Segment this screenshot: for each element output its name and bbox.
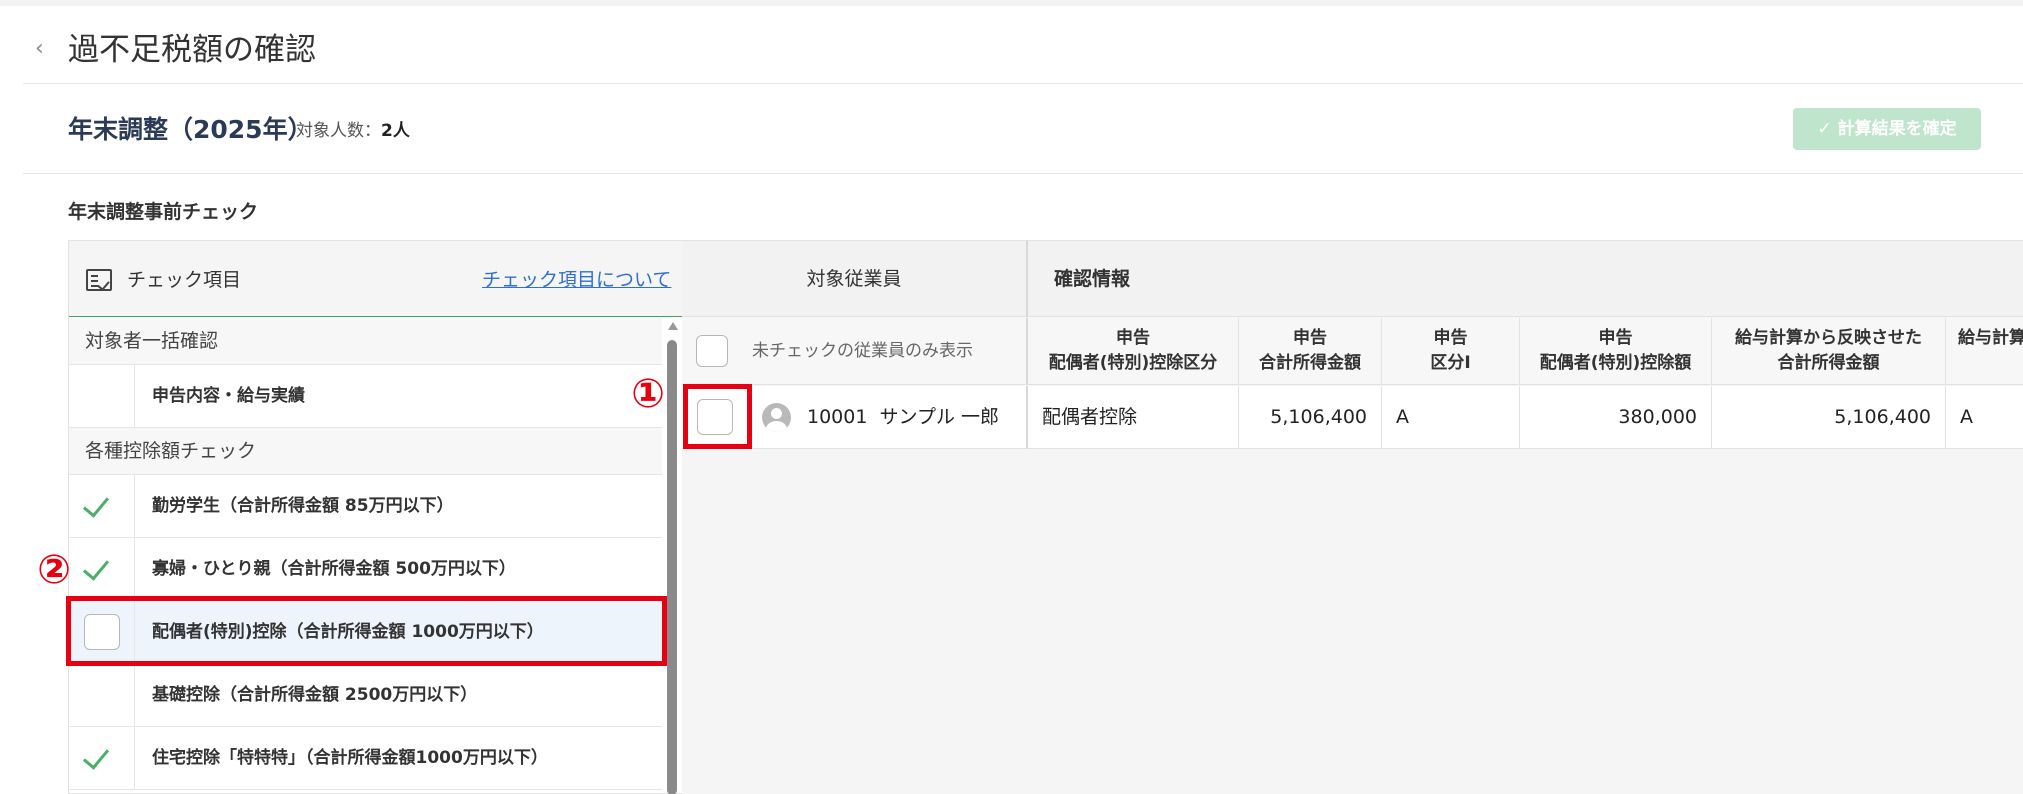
check-item-working-student[interactable]: 勤労学生（合計所得金額 85万円以下）	[69, 475, 662, 538]
column-header: 申告 区分Ⅰ	[1382, 318, 1520, 385]
column-header: 申告 配偶者(特別)控除額	[1520, 318, 1712, 385]
annotation-marker-1: ①	[631, 371, 665, 417]
item-status	[69, 727, 135, 789]
table-cell: 配偶者控除	[1028, 386, 1239, 449]
unchecked-only-filter[interactable]: 未チェックの従業員のみ表示	[682, 318, 1028, 385]
chevron-left-icon[interactable]: ‹	[35, 34, 55, 64]
item-status	[69, 538, 135, 600]
unchecked-only-label: 未チェックの従業員のみ表示	[752, 341, 973, 361]
group-header-deductions: 各種控除額チェック	[69, 428, 662, 475]
table-cell: 380,000	[1520, 386, 1712, 449]
check-icon	[82, 742, 110, 770]
item-status	[69, 664, 135, 726]
employee-name: サンプル 一郎	[879, 406, 1000, 428]
confirm-results-button[interactable]: ✓ 計算結果を確定	[1793, 108, 1981, 150]
check-icon: ✓	[1817, 119, 1832, 139]
column-header-line1: 申告	[1598, 328, 1633, 348]
employee-table: 対象従業員 確認情報 未チェックの従業員のみ表示 申告 配偶者(特別)控除区分 …	[682, 240, 2023, 794]
target-count: 対象人数：2人	[296, 118, 410, 144]
annotation-marker-2: ②	[37, 547, 71, 593]
column-header-line2: 合計所得金額	[1259, 353, 1361, 373]
checklist-icon	[86, 269, 112, 291]
column-header-line2: 配偶者(特別)控除区分	[1048, 353, 1218, 373]
employee-cell: 10001 サンプル 一郎	[682, 386, 1028, 449]
check-items-header: チェック項目 チェック項目について	[69, 241, 682, 317]
item-status	[69, 601, 135, 663]
check-items-list: 対象者一括確認 申告内容・給与実績 各種控除額チェック 勤労学生（合計所得金額 …	[69, 318, 662, 790]
about-check-items-link[interactable]: チェック項目について	[482, 266, 671, 294]
column-header-line1: 申告	[1293, 328, 1327, 348]
employee-label[interactable]: 10001 サンプル 一郎	[807, 386, 999, 448]
unchecked-only-checkbox[interactable]	[696, 335, 728, 367]
column-header-line1: 申告	[1116, 328, 1150, 348]
table-cell: A	[1946, 386, 2023, 449]
item-checkbox[interactable]	[84, 614, 120, 650]
info-group-header: 確認情報	[1028, 241, 2023, 317]
column-header-line2: 区分Ⅰ	[1430, 353, 1471, 373]
scroll-up-arrow-icon[interactable]	[668, 322, 678, 330]
confirm-results-label: 計算結果を確定	[1837, 119, 1957, 139]
check-item-housing-deduction[interactable]: 住宅控除「特特特」（合計所得金額1000万円以下）	[69, 727, 662, 790]
user-avatar-icon	[762, 403, 791, 432]
check-icon	[82, 553, 110, 581]
year-title: 年末調整（2025年）	[68, 115, 313, 144]
check-item-label: 勤労学生（合計所得金額 85万円以下）	[152, 496, 454, 516]
check-items-title: チェック項目	[127, 269, 242, 291]
column-header: 給与計算から反映させた 合計所得金額	[1712, 318, 1946, 385]
section-title: 年末調整事前チェック	[68, 201, 259, 223]
table-cell: A	[1382, 386, 1520, 449]
target-count-label: 対象人数：	[296, 121, 381, 141]
employee-group-header: 対象従業員	[682, 241, 1028, 317]
summary-bar: 年末調整（2025年） 対象人数：2人 ✓ 計算結果を確定	[23, 85, 2023, 174]
check-item-spouse-deduction[interactable]: 配偶者(特別)控除（合計所得金額 1000万円以下）	[69, 601, 662, 664]
check-icon	[82, 490, 110, 518]
column-header-line2: 配偶者(特別)控除額	[1539, 353, 1692, 373]
column-header: 申告 合計所得金額	[1239, 318, 1382, 385]
column-header: 申告 配偶者(特別)控除区分	[1028, 318, 1239, 385]
check-item-label: 配偶者(特別)控除（合計所得金額 1000万円以下）	[152, 622, 544, 642]
page-header: ‹ 過不足税額の確認	[23, 6, 2023, 84]
check-item-widow-single-parent[interactable]: 寡婦・ひとり親（合計所得金額 500万円以下）	[69, 538, 662, 601]
page-title: 過不足税額の確認	[68, 32, 316, 68]
check-item-basic-deduction[interactable]: 基礎控除（合計所得金額 2500万円以下）	[69, 664, 662, 727]
check-item-declaration[interactable]: 申告内容・給与実績	[69, 365, 662, 428]
employee-id: 10001	[807, 406, 868, 428]
check-item-label: 基礎控除（合計所得金額 2500万円以下）	[152, 685, 478, 705]
group-header-bulk: 対象者一括確認	[69, 318, 662, 365]
item-status	[69, 475, 135, 537]
column-header-line1: 給与計算	[1958, 328, 2023, 348]
employee-row-checkbox[interactable]	[697, 399, 733, 435]
table-cell: 5,106,400	[1712, 386, 1946, 449]
item-status	[69, 365, 135, 427]
check-item-label: 申告内容・給与実績	[152, 386, 305, 406]
column-header-line1: 申告	[1433, 328, 1468, 348]
column-header-line2: 合計所得金額	[1777, 353, 1880, 373]
column-header-line1: 給与計算から反映させた	[1735, 328, 1922, 348]
check-items-panel: チェック項目 チェック項目について 対象者一括確認 申告内容・給与実績 各種控除…	[68, 240, 682, 794]
table-cell: 5,106,400	[1239, 386, 1382, 449]
column-header: 給与計算	[1946, 318, 2023, 385]
target-count-value: 2人	[381, 121, 410, 141]
check-item-label: 住宅控除「特特特」（合計所得金額1000万円以下）	[152, 748, 548, 768]
check-item-label: 寡婦・ひとり親（合計所得金額 500万円以下）	[152, 559, 516, 579]
